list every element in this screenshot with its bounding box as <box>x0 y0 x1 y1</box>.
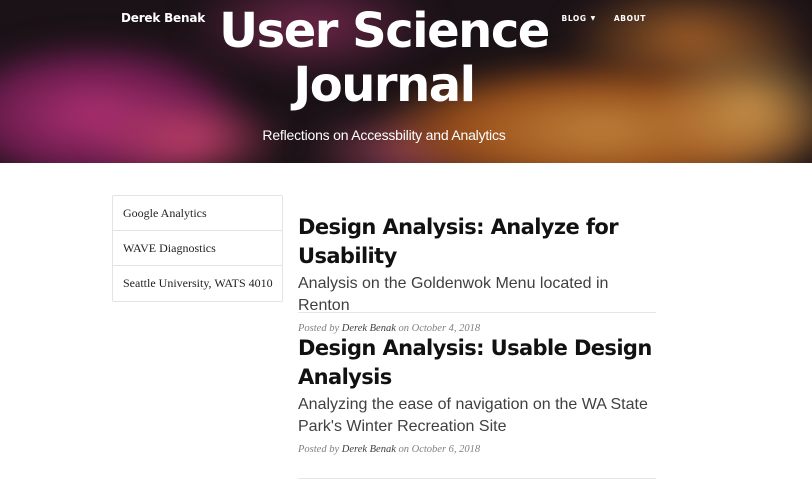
page-title-line-2: Journal <box>293 57 476 113</box>
post-link[interactable]: Design Analysis: Usable Design Analysis … <box>298 334 656 438</box>
post-subtitle: Analyzing the ease of navigation on the … <box>298 396 648 435</box>
post-preview: Design Analysis: Analyze for Usability A… <box>298 212 656 334</box>
post-list: Design Analysis: Analyze for Usability A… <box>298 212 656 479</box>
posted-by-label: Posted by <box>298 323 340 334</box>
hero-header: Derek Benak BLOG ▼ ABOUT User Science Jou… <box>0 0 812 163</box>
post-title: Design Analysis: Analyze for Usability <box>298 215 619 268</box>
page-title: User Science Journal <box>0 4 768 112</box>
on-label: on <box>398 323 410 334</box>
sidebar-item-wave-diagnostics[interactable]: WAVE Diagnostics <box>113 231 282 266</box>
author-link[interactable]: Derek Benak <box>342 323 396 334</box>
post-meta: Posted by Derek Benak on October 6, 2018 <box>298 444 656 455</box>
post-subtitle: Analysis on the Goldenwok Menu located i… <box>298 275 609 314</box>
page-title-line-1: User Science <box>219 3 550 59</box>
post-preview: Design Analysis: Usable Design Analysis … <box>298 313 656 479</box>
posted-by-label: Posted by <box>298 444 340 455</box>
author-link[interactable]: Derek Benak <box>342 444 396 455</box>
post-date: October 6, 2018 <box>411 444 481 455</box>
sidebar-list: Google Analytics WAVE Diagnostics Seattl… <box>112 195 283 302</box>
post-link[interactable]: Design Analysis: Analyze for Usability A… <box>298 213 656 317</box>
sidebar-item-seattle-university[interactable]: Seattle University, WATS 4010 <box>113 266 282 301</box>
post-date: October 4, 2018 <box>411 323 481 334</box>
sidebar-item-google-analytics[interactable]: Google Analytics <box>113 196 282 231</box>
post-title: Design Analysis: Usable Design Analysis <box>298 336 652 389</box>
on-label: on <box>398 444 410 455</box>
page-subtitle: Reflections on Accessbility and Analytic… <box>262 127 506 143</box>
